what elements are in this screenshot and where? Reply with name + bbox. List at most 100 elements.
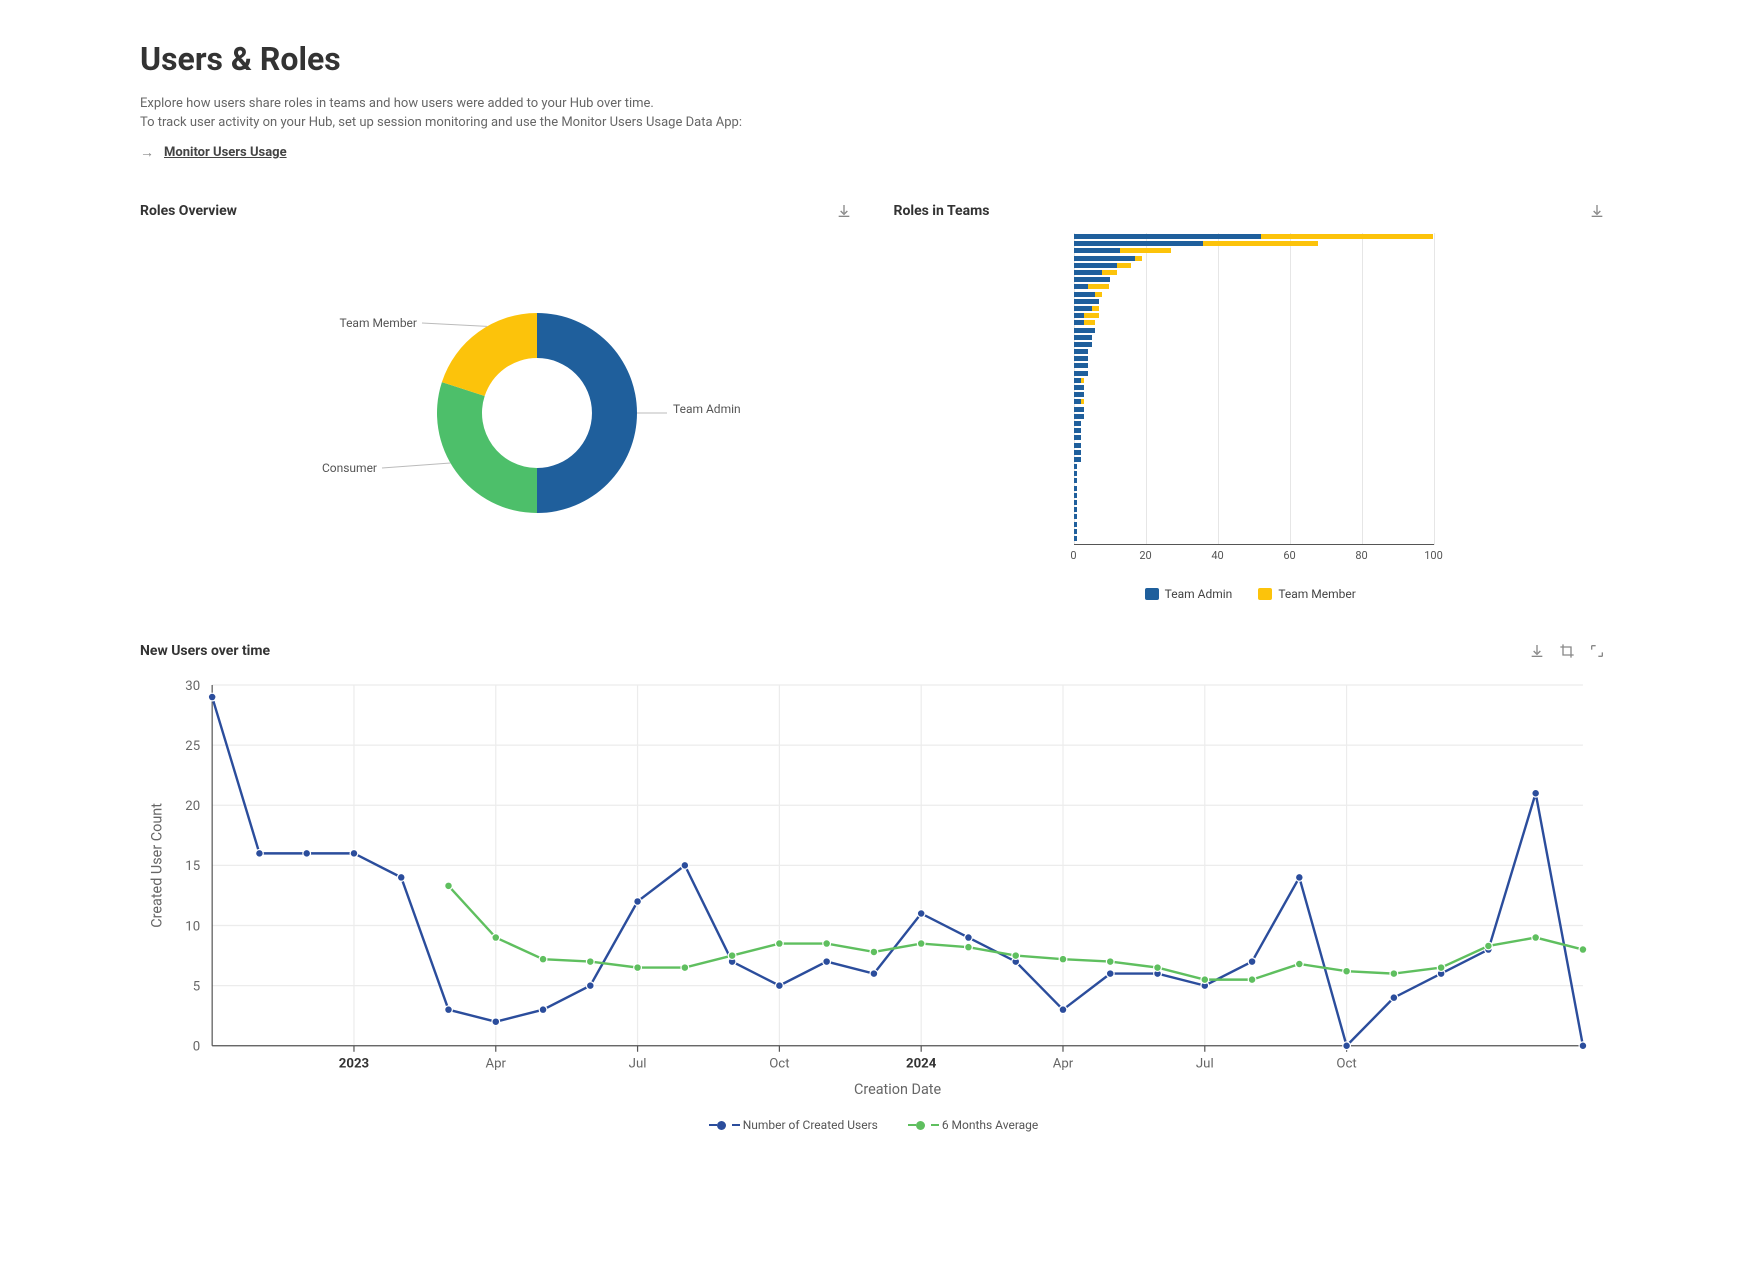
bar-row <box>1074 362 1608 369</box>
y-tick: 5 <box>193 980 200 995</box>
data-point <box>1579 1042 1587 1050</box>
expand-icon <box>1589 643 1605 659</box>
data-point <box>303 850 311 858</box>
legend-created-users: Number of Created Users <box>709 1118 878 1132</box>
bar-row <box>1074 391 1608 398</box>
data-point <box>1485 942 1493 950</box>
download-roles-in-teams-button[interactable] <box>1587 201 1607 221</box>
bar-row <box>1074 470 1608 477</box>
y-axis-label: Created User Count <box>149 803 166 928</box>
arrow-right-icon: → <box>140 144 154 161</box>
bar-row <box>1074 506 1608 513</box>
data-point <box>586 982 594 990</box>
bar-row <box>1074 398 1608 405</box>
data-point <box>445 882 453 890</box>
donut-chart: Team AdminConsumerTeam Member <box>140 233 854 573</box>
monitor-users-usage-link[interactable]: Monitor Users Usage <box>164 145 287 160</box>
bar-row <box>1074 463 1608 470</box>
x-tick: 100 <box>1424 549 1443 562</box>
bar-row <box>1074 283 1608 290</box>
bar-row <box>1074 370 1608 377</box>
bar-row <box>1074 262 1608 269</box>
y-tick: 10 <box>185 919 200 934</box>
bar-row <box>1074 485 1608 492</box>
data-point <box>870 970 878 978</box>
bar-row <box>1074 441 1608 448</box>
bar-row <box>1074 434 1608 441</box>
data-point <box>1390 970 1398 978</box>
stacked-bar-chart: 020406080100 Team Admin Team Member <box>894 233 1608 601</box>
bar-row <box>1074 341 1608 348</box>
bar-row <box>1074 291 1608 298</box>
bar-row <box>1074 406 1608 413</box>
bar-row <box>1074 298 1608 305</box>
bar-row <box>1074 319 1608 326</box>
data-point <box>870 948 878 956</box>
bar-row <box>1074 312 1608 319</box>
bar-row <box>1074 492 1608 499</box>
data-point <box>1059 955 1067 963</box>
data-point <box>397 874 405 882</box>
legend-team-admin: Team Admin <box>1145 587 1233 601</box>
data-point <box>1059 1006 1067 1014</box>
y-tick: 25 <box>185 739 200 754</box>
bar-row <box>1074 240 1608 247</box>
donut-label: Team Member <box>339 316 417 330</box>
bar-row <box>1074 413 1608 420</box>
panel-title-roles-in-teams: Roles in Teams <box>894 203 990 219</box>
y-tick: 15 <box>185 859 200 874</box>
data-point <box>965 943 973 951</box>
expand-new-users-button[interactable] <box>1587 641 1607 661</box>
bar-row <box>1074 255 1608 262</box>
data-point <box>728 952 736 960</box>
bar-row <box>1074 377 1608 384</box>
data-point <box>1295 874 1303 882</box>
data-point <box>539 955 547 963</box>
x-axis-label: Creation Date <box>854 1081 942 1098</box>
bar-row <box>1074 456 1608 463</box>
data-point <box>208 693 216 701</box>
bar-row <box>1074 427 1608 434</box>
x-tick: Apr <box>486 1056 507 1071</box>
data-point <box>1437 964 1445 972</box>
data-point <box>917 940 925 948</box>
bar-row <box>1074 276 1608 283</box>
panel-title-roles-overview: Roles Overview <box>140 203 237 219</box>
panel-roles-overview: Roles Overview Team AdminConsumerTeam Me… <box>140 201 854 601</box>
crop-icon <box>1559 643 1575 659</box>
legend-6mo-avg: 6 Months Average <box>908 1118 1038 1132</box>
intro-line-2: To track user activity on your Hub, set … <box>140 115 1607 130</box>
data-point <box>634 898 642 906</box>
crop-new-users-button[interactable] <box>1557 641 1577 661</box>
bar-row <box>1074 449 1608 456</box>
panel-roles-in-teams: Roles in Teams 020406080100 Team Admin T… <box>894 201 1608 601</box>
bar-row <box>1074 269 1608 276</box>
data-point <box>586 958 594 966</box>
data-point <box>1248 958 1256 966</box>
data-point <box>823 958 831 966</box>
x-tick: 40 <box>1211 549 1223 562</box>
download-new-users-button[interactable] <box>1527 641 1547 661</box>
x-tick: Jul <box>1196 1056 1214 1071</box>
page-title: Users & Roles <box>140 40 1607 78</box>
bar-row <box>1074 334 1608 341</box>
donut-slice <box>437 382 537 513</box>
data-point <box>1154 964 1162 972</box>
data-point <box>1390 994 1398 1002</box>
x-tick: 20 <box>1139 549 1151 562</box>
download-icon <box>1529 643 1545 659</box>
x-tick: 2023 <box>339 1056 369 1071</box>
data-point <box>776 940 784 948</box>
bar-row <box>1074 420 1608 427</box>
panel-title-new-users: New Users over time <box>140 643 270 659</box>
data-point <box>1579 946 1587 954</box>
data-point <box>776 982 784 990</box>
data-point <box>1343 967 1351 975</box>
bar-row <box>1074 247 1608 254</box>
download-roles-overview-button[interactable] <box>834 201 854 221</box>
data-point <box>1295 960 1303 968</box>
bar-row <box>1074 513 1608 520</box>
data-point <box>445 1006 453 1014</box>
panel-new-users: New Users over time 051015202530Created … <box>140 641 1607 1132</box>
download-icon <box>1589 203 1605 219</box>
